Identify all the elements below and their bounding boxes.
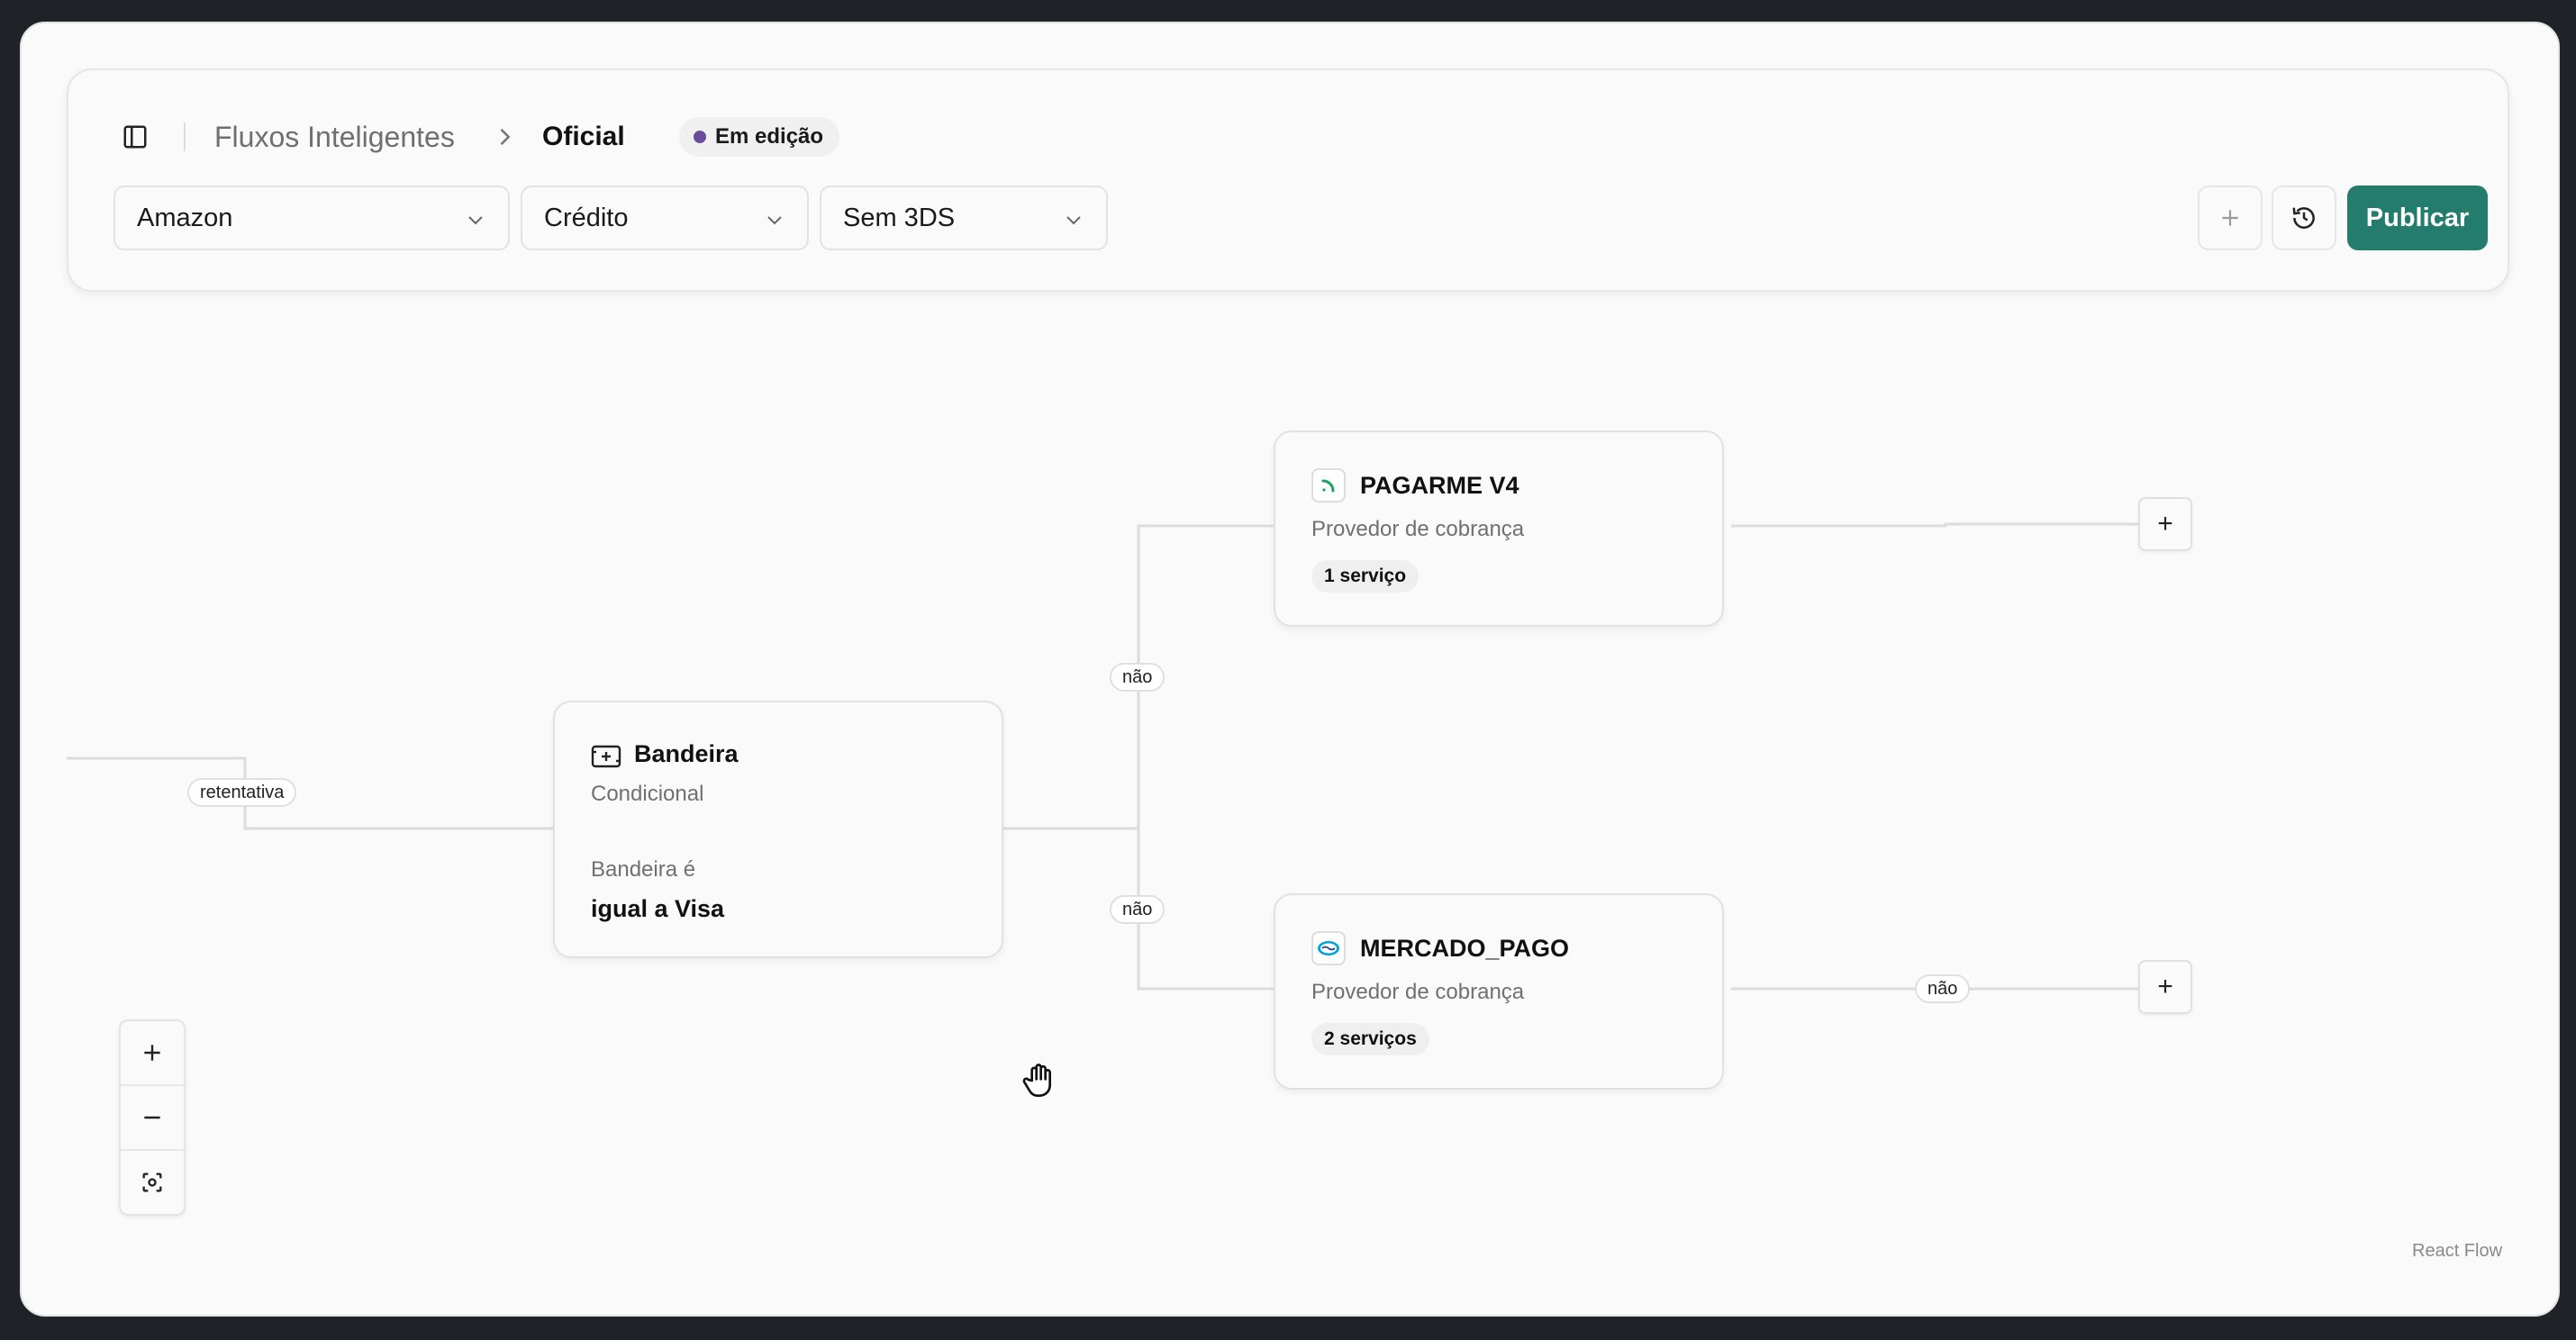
merchant-select[interactable]: Amazon (113, 186, 510, 250)
plus-icon: + (2157, 509, 2173, 539)
history-button[interactable] (2272, 186, 2336, 250)
3ds-select[interactable]: Sem 3DS (820, 186, 1108, 250)
payment-method-select[interactable]: Crédito (521, 186, 809, 250)
publish-button[interactable]: Publicar (2347, 186, 2488, 250)
breadcrumb-parent[interactable]: Fluxos Inteligentes (214, 117, 455, 157)
chevron-right-icon (500, 128, 511, 146)
add-node-button-bottom[interactable]: + (2138, 960, 2192, 1014)
condition-rule-value: igual a Visa (591, 895, 725, 922)
minus-icon (144, 1116, 160, 1119)
status-dot (694, 131, 706, 143)
edge-incoming (67, 756, 553, 830)
add-button[interactable] (2198, 186, 2263, 250)
services-badge: 2 serviços (1311, 1023, 1429, 1055)
zoom-out-button[interactable] (121, 1086, 184, 1149)
provider-type: Provedor de cobrança (1311, 517, 1525, 541)
history-icon (2292, 207, 2315, 229)
provider-title: PAGARME V4 (1360, 472, 1519, 499)
chevron-down-icon (767, 216, 782, 225)
provider-title: MERCADO_PAGO (1360, 935, 1570, 962)
sidebar-toggle-button[interactable] (115, 117, 155, 157)
breadcrumb-current: Oficial (542, 122, 625, 151)
condition-rule-label: Bandeira é (591, 857, 696, 882)
fit-view-icon (142, 1172, 162, 1192)
mercadopago-logo (1311, 931, 1346, 965)
app-window: Fluxos Inteligentes Oficial Em edição Am… (20, 22, 2560, 1317)
add-node-button-top[interactable]: + (2138, 497, 2192, 551)
provider-node-mercadopago[interactable]: MERCADO_PAGO Provedor de cobrança 2 serv… (1274, 893, 1724, 1090)
sidebar-toggle-icon (123, 125, 147, 149)
payment-method-select-value: Crédito (544, 203, 629, 232)
status-label: Em edição (715, 124, 824, 149)
3ds-select-value: Sem 3DS (843, 203, 956, 232)
services-badge: 1 serviço (1311, 560, 1420, 593)
card-icon (591, 745, 621, 768)
fit-view-button[interactable] (121, 1151, 184, 1214)
condition-node[interactable]: Bandeira Condicional Bandeira é igual a … (553, 701, 1003, 958)
merchant-select-value: Amazon (137, 203, 233, 232)
plus-icon: + (2157, 972, 2173, 1001)
flow-controls (119, 1019, 186, 1216)
edge-label-no-bottom[interactable]: não (1110, 895, 1166, 924)
edge-label-retry[interactable]: retentativa (187, 778, 297, 807)
edge-label-no-right[interactable]: não (1915, 974, 1971, 1003)
hand-cursor-icon (1022, 1064, 1051, 1097)
edge-label-no-top[interactable]: não (1110, 663, 1166, 692)
edge-top-out (1731, 522, 2138, 528)
react-flow-attribution[interactable]: React Flow (2412, 1241, 2502, 1262)
chevron-down-icon (1066, 216, 1081, 225)
toolbar-card: Fluxos Inteligentes Oficial Em edição Am… (67, 68, 2509, 292)
condition-type: Condicional (591, 782, 704, 806)
plus-icon (2222, 210, 2238, 226)
pagarme-logo (1311, 468, 1346, 502)
provider-node-pagarme[interactable]: PAGARME V4 Provedor de cobrança 1 serviç… (1274, 430, 1724, 627)
chevron-down-icon (468, 216, 483, 225)
status-badge: Em edição (679, 117, 840, 157)
divider (184, 122, 186, 151)
provider-type: Provedor de cobrança (1311, 980, 1525, 1004)
plus-icon (144, 1045, 160, 1061)
condition-title: Bandeira (634, 740, 739, 767)
zoom-in-button[interactable] (121, 1021, 184, 1084)
